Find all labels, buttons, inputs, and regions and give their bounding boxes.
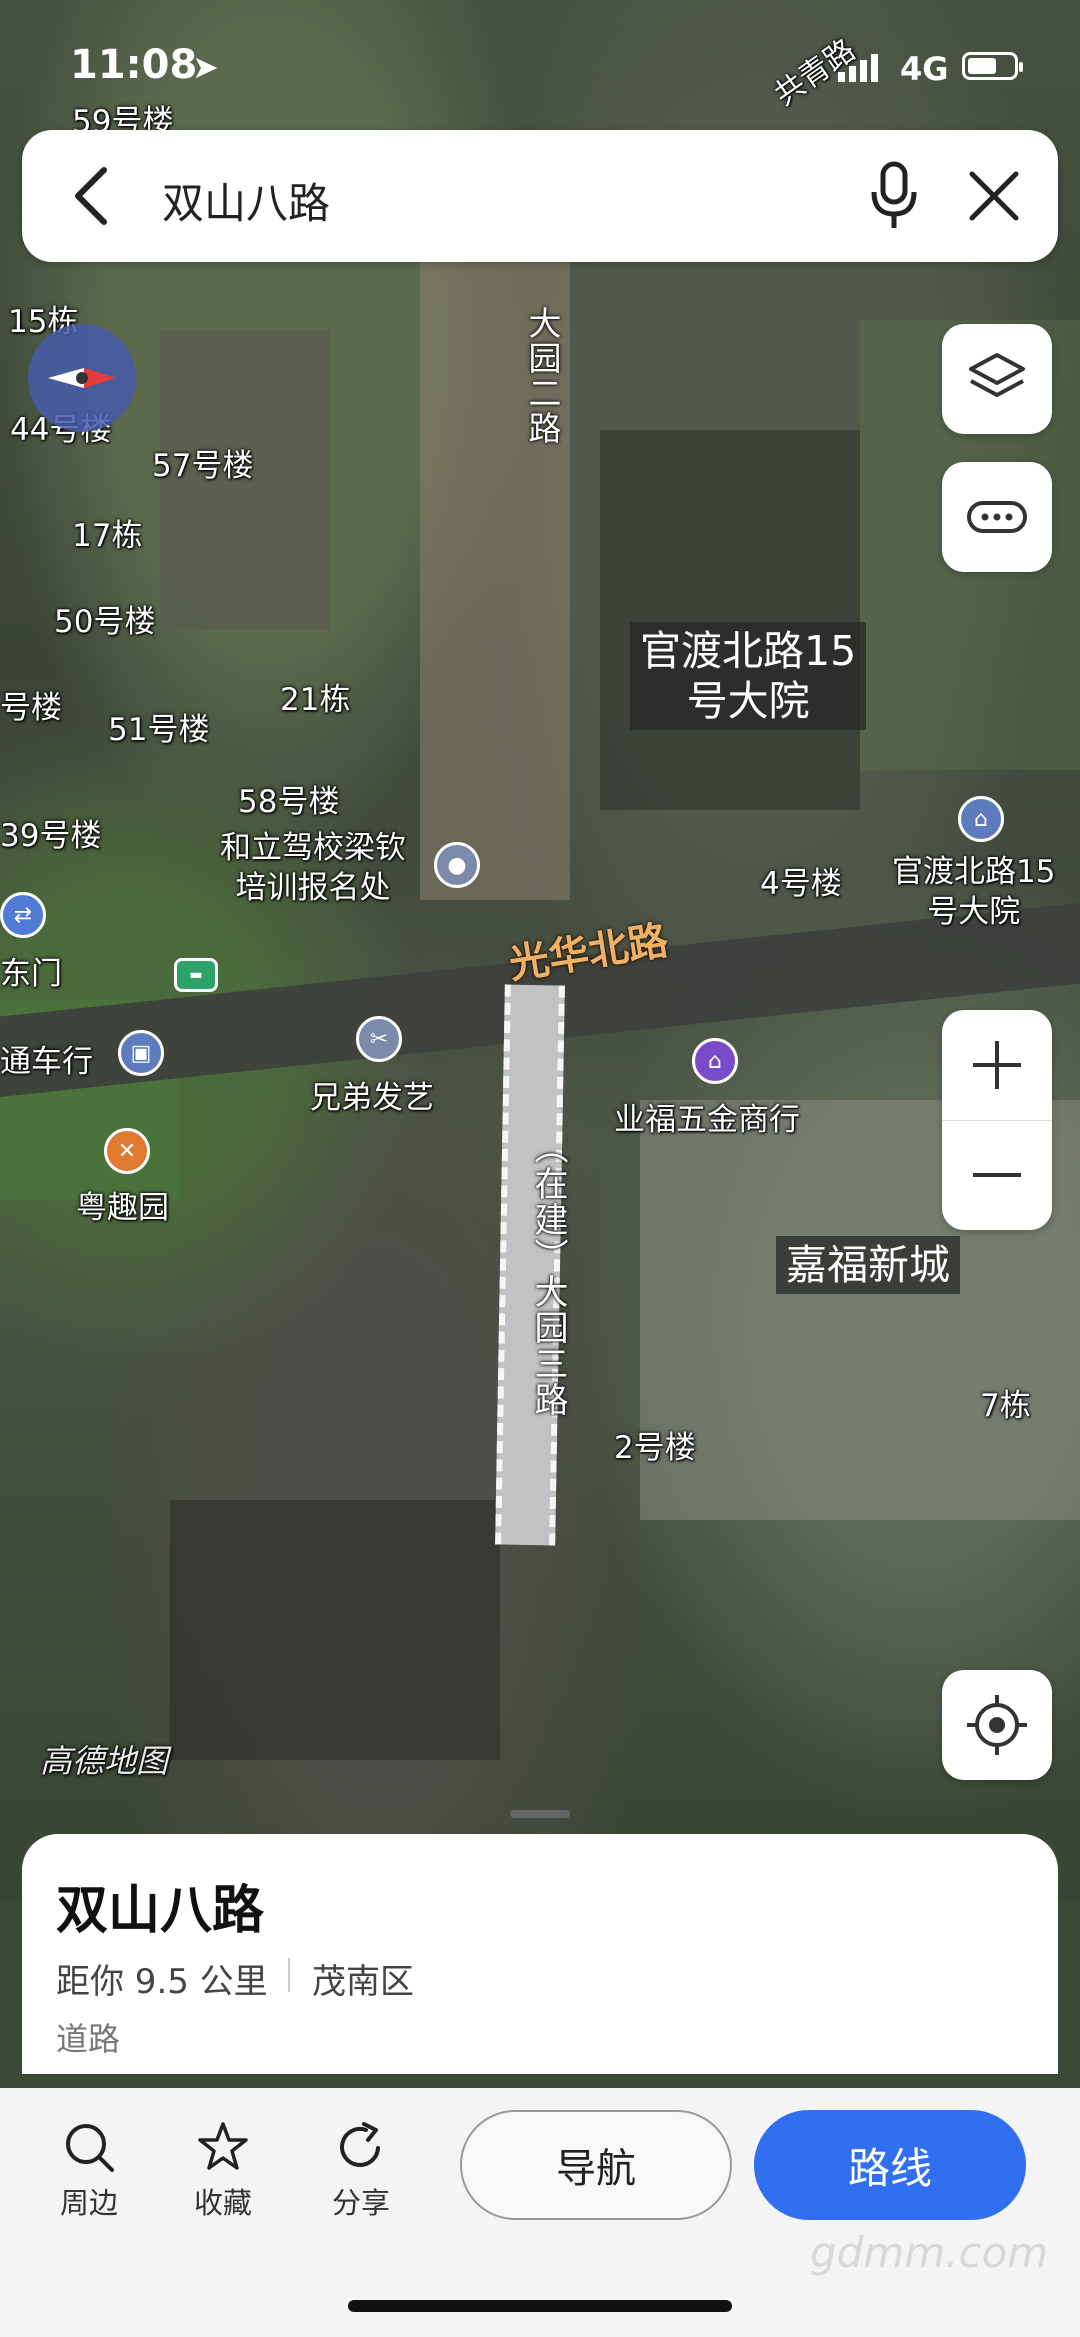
map-label: 50号楼 <box>54 604 156 640</box>
more-icon <box>967 501 1027 533</box>
nearby-button[interactable]: 周边 <box>34 2120 144 2222</box>
road-label-vertical: 大园二路 <box>523 306 562 446</box>
search-query[interactable]: 双山八路 <box>162 170 330 231</box>
zoom-control <box>942 1010 1052 1230</box>
compass-icon[interactable] <box>28 324 136 432</box>
scissors-icon[interactable]: ✂ <box>356 1016 402 1062</box>
map-label: 通车行 <box>0 1044 93 1080</box>
map-label: 粤趣园 <box>76 1190 169 1226</box>
map-label: 17栋 <box>72 518 143 554</box>
plus-icon <box>973 1040 1021 1089</box>
share-label: 分享 <box>331 2186 390 2220</box>
star-icon <box>198 2122 248 2170</box>
signal-icon <box>838 54 878 82</box>
status-time: 11:08 <box>70 42 198 88</box>
route-button[interactable]: 路线 <box>754 2110 1026 2220</box>
layers-icon <box>969 353 1025 397</box>
map-label: 7栋 <box>980 1388 1031 1424</box>
amap-watermark: 高德地图 <box>40 1742 169 1780</box>
map-label: 官渡北路15 号大院 <box>892 854 1056 930</box>
subway-icon[interactable]: ⇄ <box>0 892 46 938</box>
map-label: 21栋 <box>280 682 351 718</box>
layers-button[interactable] <box>942 324 1052 434</box>
back-icon[interactable] <box>66 164 116 232</box>
minus-icon <box>973 1173 1021 1178</box>
map-label: 东门 <box>0 956 62 992</box>
map-label: 业福五金商行 <box>614 1102 800 1138</box>
favorite-button[interactable]: 收藏 <box>168 2120 278 2222</box>
place-card[interactable]: 双山八路 距你 9.5 公里 茂南区 道路 <box>22 1834 1058 2074</box>
crosshair-icon <box>967 1695 1027 1755</box>
bus-stop-icon[interactable]: ▬ <box>174 958 218 992</box>
bottom-toolbar: 周边 收藏 分享 导航 路线 gdmm.com <box>0 2088 1080 2337</box>
place-distance: 距你 9.5 公里 <box>56 1962 268 2002</box>
route-label: 路线 <box>847 2143 932 2193</box>
place-district: 茂南区 <box>312 1962 414 2002</box>
map-boxed-label: 嘉福新城 <box>776 1236 960 1294</box>
search-icon <box>66 2124 114 2172</box>
nearby-label: 周边 <box>59 2186 118 2220</box>
site-watermark: gdmm.com <box>810 2228 1049 2277</box>
place-name: 双山八路 <box>56 1881 265 1941</box>
place-category: 道路 <box>56 2020 121 2058</box>
home-indicator[interactable] <box>348 2300 732 2312</box>
car-icon[interactable]: ▣ <box>118 1030 164 1076</box>
drag-handle[interactable] <box>510 1810 570 1818</box>
close-icon[interactable] <box>966 168 1022 228</box>
map-boxed-label: 官渡北路15 号大院 <box>630 622 867 730</box>
map-label: 39号楼 <box>0 818 102 854</box>
locate-button[interactable] <box>942 1670 1052 1780</box>
share-icon <box>340 2122 380 2167</box>
zoom-in-button[interactable] <box>942 1010 1052 1121</box>
map-label: 号楼 <box>0 690 62 726</box>
map-label: 兄弟发艺 <box>310 1080 434 1116</box>
favorite-label: 收藏 <box>193 2186 252 2220</box>
map-label: 57号楼 <box>152 448 254 484</box>
navigate-button[interactable]: 导航 <box>460 2110 732 2220</box>
map-label: 4号楼 <box>760 866 842 902</box>
map-label: 51号楼 <box>108 712 210 748</box>
location-arrow-icon: ➤ <box>192 48 219 86</box>
map-view[interactable]: 59号楼 15栋 44号楼 57号楼 17栋 50号楼 号楼 21栋 51号楼 … <box>0 0 1080 1900</box>
map-label: 和立驾校梁钦 培训报名处 <box>220 830 406 906</box>
navigate-label: 导航 <box>556 2146 636 2192</box>
battery-icon <box>962 52 1023 80</box>
building-icon[interactable]: ⌂ <box>958 796 1004 842</box>
search-bar[interactable]: 双山八路 <box>22 130 1058 262</box>
shop-icon[interactable]: ⌂ <box>692 1038 738 1084</box>
construction-road-label: （在建）大园三路 <box>528 1130 568 1418</box>
map-label: 2号楼 <box>614 1430 696 1466</box>
network-type: 4G <box>900 50 949 88</box>
zoom-out-button[interactable] <box>942 1121 1052 1231</box>
restaurant-icon[interactable]: ✕ <box>104 1128 150 1174</box>
microphone-icon[interactable] <box>866 160 922 236</box>
location-pin-icon[interactable]: ● <box>434 842 480 888</box>
separator <box>288 1958 290 1992</box>
share-button[interactable]: 分享 <box>306 2120 416 2222</box>
more-button[interactable] <box>942 462 1052 572</box>
map-label: 58号楼 <box>238 784 340 820</box>
